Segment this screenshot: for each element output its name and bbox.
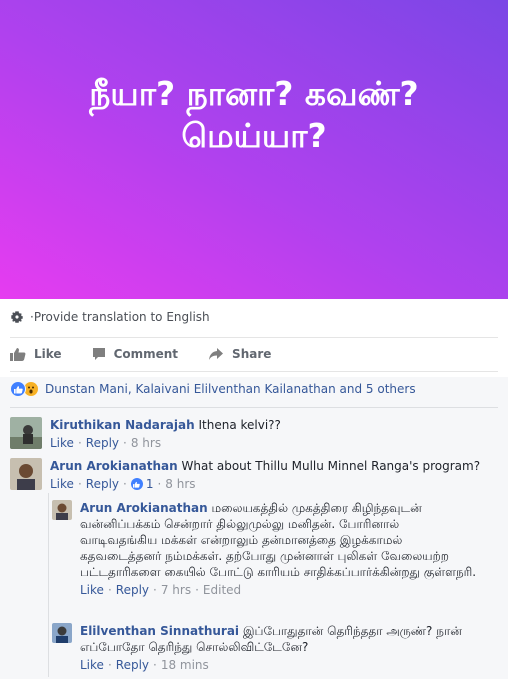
comment-item: Arun Arokianathan What about Thillu Mull… <box>10 458 480 492</box>
comment-author[interactable]: Arun Arokianathan <box>50 459 178 473</box>
reply-meta: Like · Reply · 18 mins <box>80 657 209 673</box>
comment-icon <box>92 348 105 360</box>
avatar[interactable] <box>52 500 72 520</box>
comment-timestamp[interactable]: 8 hrs <box>131 435 161 451</box>
post-image-banner[interactable]: நீயா? நானா? கவண்? மெய்யா? <box>0 0 508 299</box>
share-button[interactable]: Share <box>208 347 271 361</box>
reply-timestamp[interactable]: 7 hrs <box>161 582 191 598</box>
reactions-summary[interactable]: Dunstan Mani, Kalaivani Elilventhan Kail… <box>10 380 416 398</box>
reaction-names-link[interactable]: Dunstan Mani, Kalaivani Elilventhan Kail… <box>45 382 416 396</box>
share-label: Share <box>232 347 272 361</box>
avatar[interactable] <box>10 417 42 449</box>
reply-item: Arun Arokianathan மலையகத்தில் முகத்திரை … <box>52 500 492 598</box>
like-count-icon <box>130 478 143 490</box>
reply-item: Elilventhan Sinnathurai இப்போதுதான் தெரி… <box>52 623 492 673</box>
like-label: Like <box>34 347 62 361</box>
reply-author[interactable]: Elilventhan Sinnathurai <box>80 624 239 638</box>
reply-author[interactable]: Arun Arokianathan <box>80 501 208 515</box>
comment-like-link[interactable]: Like <box>50 476 74 492</box>
avatar[interactable] <box>10 458 42 490</box>
banner-line-1: நீயா? நானா? கவண்? <box>89 73 419 113</box>
comment-item: Kiruthikan Nadarajah Ithena kelvi?? Like… <box>10 417 281 451</box>
comment-timestamp[interactable]: 8 hrs <box>165 476 195 492</box>
banner-line-2: மெய்யா? <box>181 115 327 155</box>
comment-meta: Like · Reply · 8 hrs <box>50 435 162 451</box>
thumbs-up-icon <box>10 348 26 361</box>
reply-edited-label[interactable]: Edited <box>203 582 241 598</box>
gear-icon[interactable] <box>10 310 24 324</box>
divider <box>10 337 498 338</box>
like-button[interactable]: Like <box>10 347 62 361</box>
comment-button[interactable]: Comment <box>92 347 178 361</box>
reply-reply-link[interactable]: Reply <box>116 582 149 598</box>
provide-translation-link[interactable]: Provide translation to English <box>34 310 210 324</box>
avatar[interactable] <box>52 623 72 643</box>
reply-reply-link[interactable]: Reply <box>116 657 149 673</box>
reply-thread-line <box>48 493 49 677</box>
reply-like-link[interactable]: Like <box>80 657 104 673</box>
comment-text: Ithena kelvi?? <box>198 418 281 432</box>
divider <box>10 371 498 372</box>
reply-meta: Like · Reply · 7 hrs · Edited <box>80 582 242 598</box>
like-reaction-icon <box>10 381 26 397</box>
divider <box>10 407 498 408</box>
reply-timestamp[interactable]: 18 mins <box>161 657 209 673</box>
comment-text: What about Thillu Mullu Minnel Ranga's p… <box>181 459 481 473</box>
share-arrow-icon <box>209 348 224 360</box>
comment-meta: Like · Reply · 1 · 8 hrs <box>50 476 196 492</box>
post-action-bar: Like Comment Share <box>10 340 301 368</box>
comment-label: Comment <box>113 347 179 361</box>
comment-author[interactable]: Kiruthikan Nadarajah <box>50 418 195 432</box>
comment-reply-link[interactable]: Reply <box>86 476 119 492</box>
comment-like-link[interactable]: Like <box>50 435 74 451</box>
like-count-value: 1 <box>145 477 154 491</box>
banner-text: நீயா? நானா? கவண்? மெய்யா? <box>44 73 464 157</box>
comment-reply-link[interactable]: Reply <box>86 435 119 451</box>
translation-row: · Provide translation to English <box>10 308 210 326</box>
comment-like-count[interactable]: 1 <box>130 476 154 492</box>
reply-like-link[interactable]: Like <box>80 582 104 598</box>
